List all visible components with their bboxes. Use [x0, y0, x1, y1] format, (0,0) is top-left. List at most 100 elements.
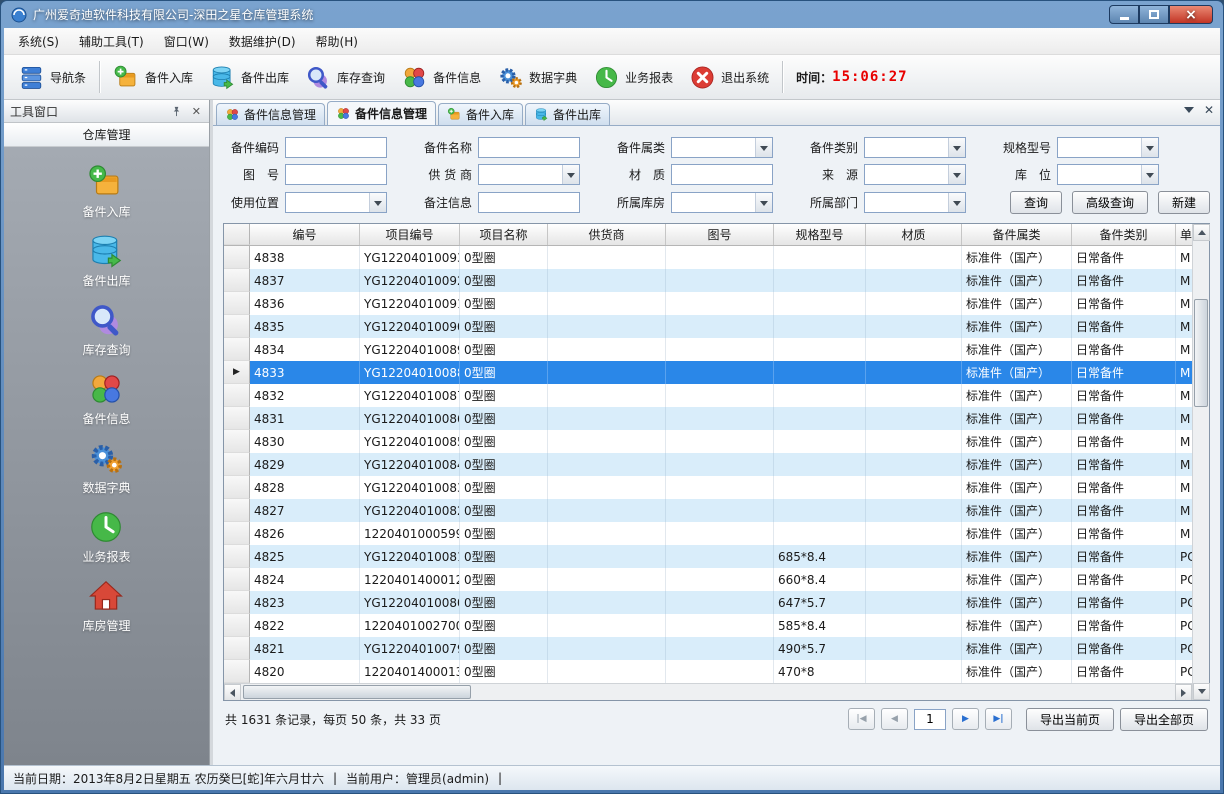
- toolbar-exit-system-button[interactable]: 退出系统: [681, 60, 777, 95]
- table-row[interactable]: 4828YG122040100830型圈标准件（国产）日常备件M: [224, 476, 1192, 499]
- row-selector[interactable]: [224, 545, 250, 568]
- source-select[interactable]: [864, 164, 966, 185]
- toolbar-business-report-button[interactable]: 业务报表: [585, 60, 681, 95]
- row-selector[interactable]: [224, 407, 250, 430]
- row-selector[interactable]: [224, 246, 250, 269]
- table-row[interactable]: 4832YG122040100870型圈标准件（国产）日常备件M: [224, 384, 1192, 407]
- sidebar-item-stock-query[interactable]: 库存查询: [82, 301, 130, 358]
- drawing-no-input[interactable]: [285, 164, 387, 185]
- row-selector[interactable]: [224, 269, 250, 292]
- row-selector[interactable]: [224, 453, 250, 476]
- scroll-down-button[interactable]: [1193, 683, 1210, 700]
- row-selector[interactable]: ▶: [224, 361, 250, 384]
- menu-item-system[interactable]: 系统(S): [8, 28, 69, 55]
- sidebar-item-data-dict[interactable]: 数据字典: [82, 439, 130, 496]
- sidebar-item-business-report[interactable]: 业务报表: [82, 508, 130, 565]
- table-row[interactable]: 4829YG122040100840型圈标准件（国产）日常备件M: [224, 453, 1192, 476]
- menu-item-data-maintenance[interactable]: 数据维护(D): [219, 28, 306, 55]
- row-selector[interactable]: [224, 499, 250, 522]
- vertical-scroll-thumb[interactable]: [1194, 299, 1208, 407]
- close-button[interactable]: ×: [1169, 5, 1213, 24]
- part-type-select[interactable]: [864, 137, 966, 158]
- table-row[interactable]: 4838YG122040100930型圈标准件（国产）日常备件M: [224, 246, 1192, 269]
- horizontal-scroll-track[interactable]: [241, 684, 1175, 700]
- table-row[interactable]: ▶4833YG122040100880型圈标准件（国产）日常备件M: [224, 361, 1192, 384]
- table-row[interactable]: 4831YG122040100860型圈标准件（国产）日常备件M: [224, 407, 1192, 430]
- tab-parts-out[interactable]: 备件出库: [525, 103, 610, 125]
- sidebar-item-warehouse-manage[interactable]: 库房管理: [82, 577, 130, 634]
- part-code-input[interactable]: [285, 137, 387, 158]
- toolbar-parts-in-button[interactable]: 备件入库: [105, 60, 201, 95]
- table-row[interactable]: 4827YG122040100820型圈标准件（国产）日常备件M: [224, 499, 1192, 522]
- pin-icon[interactable]: [169, 106, 184, 117]
- warehouse-select[interactable]: [671, 192, 773, 213]
- horizontal-scroll-thumb[interactable]: [243, 685, 471, 699]
- row-selector[interactable]: [224, 476, 250, 499]
- toolbar-stock-query-button[interactable]: 库存查询: [297, 60, 393, 95]
- table-row[interactable]: 482212204010027000型圈585*8.4标准件（国产）日常备件PC: [224, 614, 1192, 637]
- tab-parts-info-manage-1[interactable]: 备件信息管理: [216, 103, 325, 125]
- previous-page-button[interactable]: [881, 708, 908, 730]
- table-row[interactable]: 4835YG122040100900型圈标准件（国产）日常备件M: [224, 315, 1192, 338]
- table-row[interactable]: 4830YG122040100850型圈标准件（国产）日常备件M: [224, 430, 1192, 453]
- menu-item-help[interactable]: 帮助(H): [306, 28, 368, 55]
- row-selector[interactable]: [224, 338, 250, 361]
- row-selector[interactable]: [224, 430, 250, 453]
- table-row[interactable]: 4823YG122040100800型圈647*5.7标准件（国产）日常备件PC: [224, 591, 1192, 614]
- advanced-query-button[interactable]: 高级查询: [1072, 191, 1148, 214]
- tab-parts-info-manage-2[interactable]: 备件信息管理: [327, 101, 436, 125]
- sidebar-item-parts-out[interactable]: 备件出库: [82, 232, 130, 289]
- scroll-up-button[interactable]: [1193, 224, 1210, 241]
- chevron-down-icon[interactable]: [1184, 107, 1194, 118]
- use-position-select[interactable]: [285, 192, 387, 213]
- scroll-right-button[interactable]: [1175, 684, 1192, 700]
- menu-item-window[interactable]: 窗口(W): [154, 28, 219, 55]
- tab-parts-in[interactable]: 备件入库: [438, 103, 523, 125]
- toolbar-parts-out-button[interactable]: 备件出库: [201, 60, 297, 95]
- table-row[interactable]: 4821YG122040100790型圈490*5.7标准件（国产）日常备件PC: [224, 637, 1192, 660]
- table-row[interactable]: 4834YG122040100890型圈标准件（国产）日常备件M: [224, 338, 1192, 361]
- part-name-input[interactable]: [478, 137, 580, 158]
- material-input[interactable]: [671, 164, 773, 185]
- scroll-left-button[interactable]: [224, 684, 241, 700]
- spec-model-select[interactable]: [1057, 137, 1159, 158]
- toolbar-navbar-button[interactable]: 导航条: [10, 60, 94, 95]
- supplier-select[interactable]: [478, 164, 580, 185]
- sidebar-item-parts-info[interactable]: 备件信息: [82, 370, 130, 427]
- tab-close-icon[interactable]: ✕: [1204, 104, 1214, 116]
- menu-item-tools[interactable]: 辅助工具(T): [69, 28, 154, 55]
- table-row[interactable]: 482612204010005990型圈标准件（国产）日常备件M: [224, 522, 1192, 545]
- table-row[interactable]: 4836YG122040100910型圈标准件（国产）日常备件M: [224, 292, 1192, 315]
- sidebar-item-parts-in[interactable]: 备件入库: [82, 163, 130, 220]
- row-selector[interactable]: [224, 315, 250, 338]
- maximize-button[interactable]: [1139, 5, 1169, 24]
- row-selector[interactable]: [224, 384, 250, 407]
- table-row[interactable]: 4825YG122040100810型圈685*8.4标准件（国产）日常备件PC: [224, 545, 1192, 568]
- next-page-button[interactable]: [952, 708, 979, 730]
- minimize-button[interactable]: [1109, 5, 1139, 24]
- row-selector[interactable]: [224, 292, 250, 315]
- toolbar-data-dict-button[interactable]: 数据字典: [489, 60, 585, 95]
- table-row[interactable]: 482412204014000120型圈660*8.4标准件（国产）日常备件PC: [224, 568, 1192, 591]
- export-current-page-button[interactable]: 导出当前页: [1026, 708, 1114, 731]
- first-page-button[interactable]: [848, 708, 875, 730]
- page-number-input[interactable]: [914, 709, 946, 730]
- vertical-scroll-track[interactable]: [1193, 241, 1209, 683]
- location-select[interactable]: [1057, 164, 1159, 185]
- new-button[interactable]: 新建: [1158, 191, 1210, 214]
- remark-input[interactable]: [478, 192, 580, 213]
- close-icon[interactable]: ✕: [190, 106, 203, 117]
- horizontal-scrollbar[interactable]: [224, 683, 1192, 700]
- export-all-pages-button[interactable]: 导出全部页: [1120, 708, 1208, 731]
- row-selector[interactable]: [224, 614, 250, 637]
- last-page-button[interactable]: [985, 708, 1012, 730]
- part-category-select[interactable]: [671, 137, 773, 158]
- row-selector[interactable]: [224, 591, 250, 614]
- query-button[interactable]: 查询: [1010, 191, 1062, 214]
- row-selector[interactable]: [224, 568, 250, 591]
- row-selector[interactable]: [224, 637, 250, 660]
- table-row[interactable]: 482012204014000130型圈470*8标准件（国产）日常备件PC: [224, 660, 1192, 683]
- toolbar-parts-info-button[interactable]: 备件信息: [393, 60, 489, 95]
- row-selector[interactable]: [224, 522, 250, 545]
- row-selector[interactable]: [224, 660, 250, 683]
